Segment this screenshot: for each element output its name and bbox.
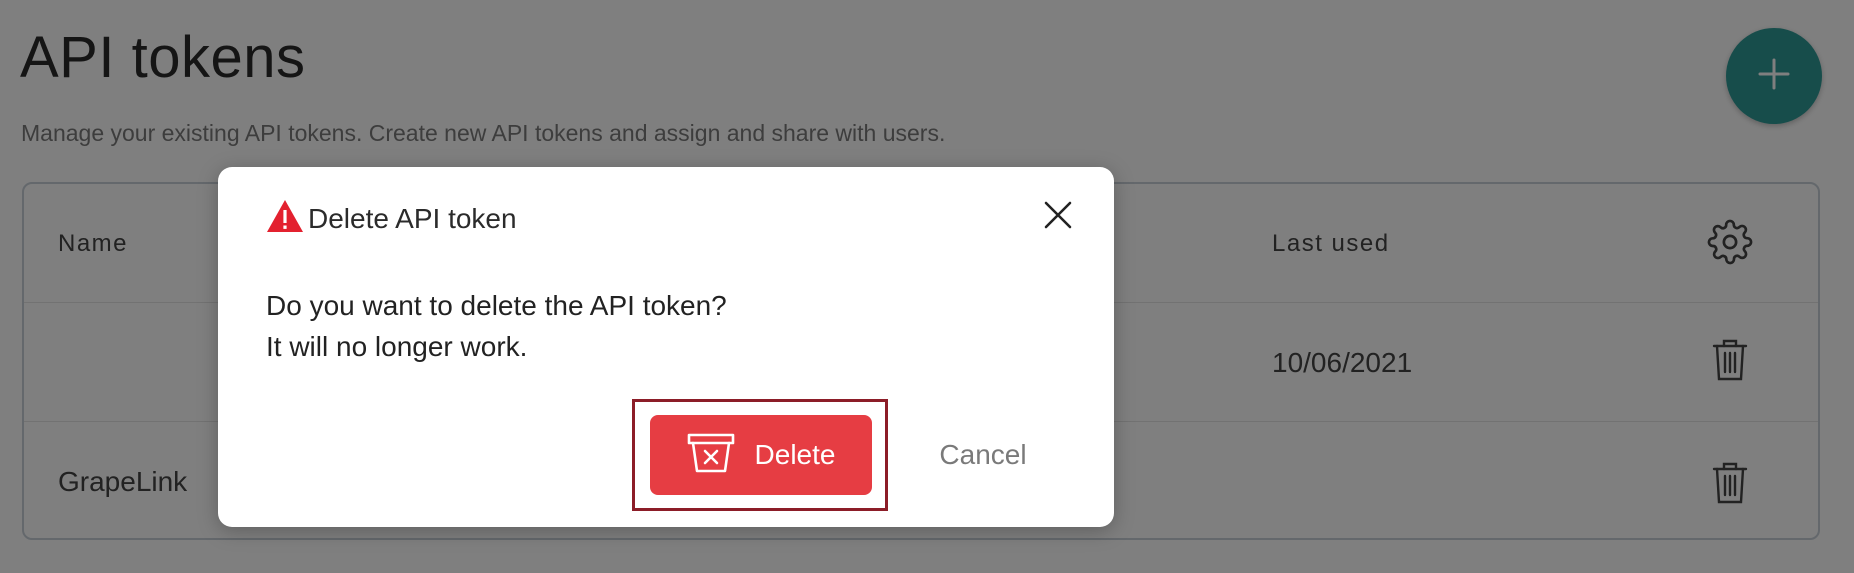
dialog-header: Delete API token: [266, 199, 517, 238]
confirm-delete-button[interactable]: Delete: [650, 415, 872, 495]
bucket-delete-icon: [687, 431, 735, 480]
dialog-message-line-2: It will no longer work.: [266, 331, 528, 362]
warning-icon: [266, 199, 304, 238]
confirm-delete-label: Delete: [754, 439, 836, 470]
cancel-button[interactable]: Cancel: [918, 415, 1048, 495]
dialog-message-line-1: Do you want to delete the API token?: [266, 290, 727, 321]
dialog-message: Do you want to delete the API token? It …: [266, 285, 727, 367]
close-dialog-button[interactable]: [1038, 197, 1078, 237]
delete-token-dialog: Delete API token Do you want to delete t…: [218, 167, 1114, 527]
dialog-title: Delete API token: [308, 202, 517, 234]
close-icon: [1043, 200, 1073, 235]
